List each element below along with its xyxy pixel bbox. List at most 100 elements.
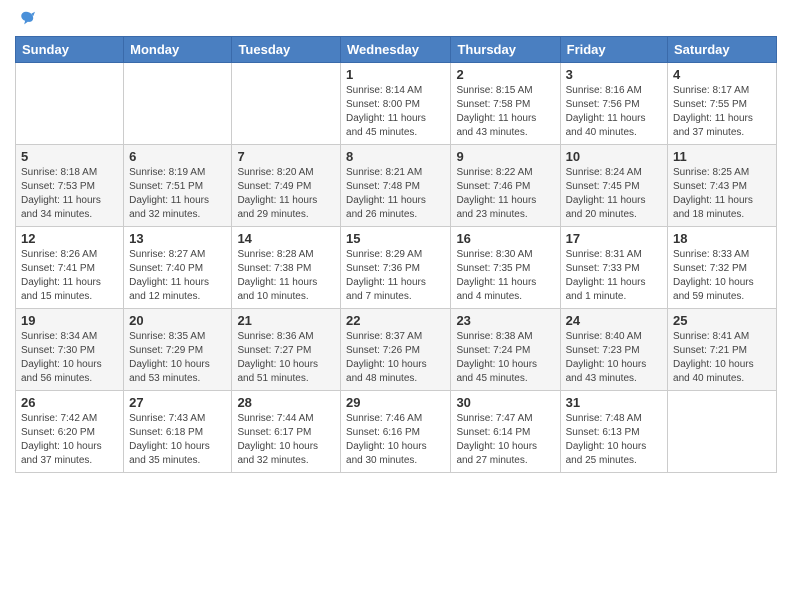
calendar-week-row: 1Sunrise: 8:14 AM Sunset: 8:00 PM Daylig… bbox=[16, 63, 777, 145]
calendar-cell: 4 Sunrise: 8:17 AM Sunset: 7:55 PM Daylig… bbox=[668, 63, 777, 145]
calendar-cell: 13 Sunrise: 8:27 AM Sunset: 7:40 PM Dayli… bbox=[124, 227, 232, 309]
calendar-cell: 22 Sunrise: 8:37 AM Sunset: 7:26 PM Dayli… bbox=[341, 309, 451, 391]
day-number: 21 bbox=[237, 313, 335, 328]
day-number: 3 bbox=[566, 67, 662, 82]
day-number: 15 bbox=[346, 231, 445, 246]
day-number: 27 bbox=[129, 395, 226, 410]
day-number: 10 bbox=[566, 149, 662, 164]
weekday-header-friday: Friday bbox=[560, 37, 667, 63]
calendar-cell: 11 Sunrise: 8:25 AM Sunset: 7:43 PM Dayli… bbox=[668, 145, 777, 227]
calendar-cell: 27 Sunrise: 7:43 AM Sunset: 6:18 PM Dayli… bbox=[124, 391, 232, 473]
calendar-cell: 23 Sunrise: 8:38 AM Sunset: 7:24 PM Dayli… bbox=[451, 309, 560, 391]
day-info: Sunrise: 8:30 AM Sunset: 7:35 PM Dayligh… bbox=[456, 248, 554, 304]
day-info: Sunrise: 7:42 AM Sunset: 6:20 PM Dayligh… bbox=[21, 412, 118, 468]
day-info: Sunrise: 7:47 AM Sunset: 6:14 PM Dayligh… bbox=[456, 412, 554, 468]
calendar-cell: 12 Sunrise: 8:26 AM Sunset: 7:41 PM Dayli… bbox=[16, 227, 124, 309]
calendar-week-row: 5 Sunrise: 8:18 AM Sunset: 7:53 PM Daylig… bbox=[16, 145, 777, 227]
calendar-cell: 8 Sunrise: 8:21 AM Sunset: 7:48 PM Daylig… bbox=[341, 145, 451, 227]
day-info: Sunrise: 7:44 AM Sunset: 6:17 PM Dayligh… bbox=[237, 412, 335, 468]
logo-bird-icon bbox=[17, 10, 35, 28]
day-number: 8 bbox=[346, 149, 445, 164]
weekday-header-sunday: Sunday bbox=[16, 37, 124, 63]
day-number: 6 bbox=[129, 149, 226, 164]
page: SundayMondayTuesdayWednesdayThursdayFrid… bbox=[0, 0, 792, 612]
calendar-cell: 1Sunrise: 8:14 AM Sunset: 8:00 PM Daylig… bbox=[341, 63, 451, 145]
day-number: 26 bbox=[21, 395, 118, 410]
day-number: 16 bbox=[456, 231, 554, 246]
day-info: Sunrise: 8:37 AM Sunset: 7:26 PM Dayligh… bbox=[346, 330, 445, 386]
day-info: Sunrise: 8:38 AM Sunset: 7:24 PM Dayligh… bbox=[456, 330, 554, 386]
calendar-cell: 31 Sunrise: 7:48 AM Sunset: 6:13 PM Dayli… bbox=[560, 391, 667, 473]
day-info: Sunrise: 8:19 AM Sunset: 7:51 PM Dayligh… bbox=[129, 166, 226, 222]
calendar-week-row: 12 Sunrise: 8:26 AM Sunset: 7:41 PM Dayli… bbox=[16, 227, 777, 309]
calendar-cell: 14 Sunrise: 8:28 AM Sunset: 7:38 PM Dayli… bbox=[232, 227, 341, 309]
day-info: Sunrise: 8:17 AM Sunset: 7:55 PM Dayligh… bbox=[673, 84, 771, 140]
day-info: Sunrise: 8:15 AM Sunset: 7:58 PM Dayligh… bbox=[456, 84, 554, 140]
day-info: Sunrise: 8:24 AM Sunset: 7:45 PM Dayligh… bbox=[566, 166, 662, 222]
day-info: Sunrise: 8:25 AM Sunset: 7:43 PM Dayligh… bbox=[673, 166, 771, 222]
calendar-cell: 6 Sunrise: 8:19 AM Sunset: 7:51 PM Daylig… bbox=[124, 145, 232, 227]
day-number: 24 bbox=[566, 313, 662, 328]
calendar-cell: 10 Sunrise: 8:24 AM Sunset: 7:45 PM Dayli… bbox=[560, 145, 667, 227]
day-info: Sunrise: 8:22 AM Sunset: 7:46 PM Dayligh… bbox=[456, 166, 554, 222]
calendar-cell: 24 Sunrise: 8:40 AM Sunset: 7:23 PM Dayli… bbox=[560, 309, 667, 391]
day-number: 4 bbox=[673, 67, 771, 82]
calendar-cell: 28 Sunrise: 7:44 AM Sunset: 6:17 PM Dayli… bbox=[232, 391, 341, 473]
day-info: Sunrise: 8:35 AM Sunset: 7:29 PM Dayligh… bbox=[129, 330, 226, 386]
weekday-header-wednesday: Wednesday bbox=[341, 37, 451, 63]
day-info: Sunrise: 8:21 AM Sunset: 7:48 PM Dayligh… bbox=[346, 166, 445, 222]
day-info: Sunrise: 8:40 AM Sunset: 7:23 PM Dayligh… bbox=[566, 330, 662, 386]
day-number: 18 bbox=[673, 231, 771, 246]
header bbox=[15, 10, 777, 28]
day-info: Sunrise: 7:48 AM Sunset: 6:13 PM Dayligh… bbox=[566, 412, 662, 468]
day-number: 9 bbox=[456, 149, 554, 164]
calendar-cell: 25 Sunrise: 8:41 AM Sunset: 7:21 PM Dayli… bbox=[668, 309, 777, 391]
day-info: Sunrise: 8:29 AM Sunset: 7:36 PM Dayligh… bbox=[346, 248, 445, 304]
calendar-cell: 2Sunrise: 8:15 AM Sunset: 7:58 PM Daylig… bbox=[451, 63, 560, 145]
day-info: Sunrise: 8:16 AM Sunset: 7:56 PM Dayligh… bbox=[566, 84, 662, 140]
day-number: 13 bbox=[129, 231, 226, 246]
calendar-cell bbox=[668, 391, 777, 473]
day-number: 31 bbox=[566, 395, 662, 410]
weekday-header-tuesday: Tuesday bbox=[232, 37, 341, 63]
day-info: Sunrise: 8:18 AM Sunset: 7:53 PM Dayligh… bbox=[21, 166, 118, 222]
day-info: Sunrise: 8:26 AM Sunset: 7:41 PM Dayligh… bbox=[21, 248, 118, 304]
calendar-week-row: 19Sunrise: 8:34 AM Sunset: 7:30 PM Dayli… bbox=[16, 309, 777, 391]
day-number: 5 bbox=[21, 149, 118, 164]
day-info: Sunrise: 8:41 AM Sunset: 7:21 PM Dayligh… bbox=[673, 330, 771, 386]
day-info: Sunrise: 8:14 AM Sunset: 8:00 PM Dayligh… bbox=[346, 84, 445, 140]
calendar-cell bbox=[124, 63, 232, 145]
day-number: 12 bbox=[21, 231, 118, 246]
day-info: Sunrise: 8:34 AM Sunset: 7:30 PM Dayligh… bbox=[21, 330, 118, 386]
day-info: Sunrise: 7:46 AM Sunset: 6:16 PM Dayligh… bbox=[346, 412, 445, 468]
day-number: 14 bbox=[237, 231, 335, 246]
calendar-week-row: 26 Sunrise: 7:42 AM Sunset: 6:20 PM Dayli… bbox=[16, 391, 777, 473]
calendar-cell: 16 Sunrise: 8:30 AM Sunset: 7:35 PM Dayli… bbox=[451, 227, 560, 309]
calendar-cell: 18 Sunrise: 8:33 AM Sunset: 7:32 PM Dayli… bbox=[668, 227, 777, 309]
day-info: Sunrise: 8:20 AM Sunset: 7:49 PM Dayligh… bbox=[237, 166, 335, 222]
day-number: 23 bbox=[456, 313, 554, 328]
day-number: 28 bbox=[237, 395, 335, 410]
day-number: 20 bbox=[129, 313, 226, 328]
calendar-cell: 30 Sunrise: 7:47 AM Sunset: 6:14 PM Dayli… bbox=[451, 391, 560, 473]
day-number: 22 bbox=[346, 313, 445, 328]
calendar-cell: 5 Sunrise: 8:18 AM Sunset: 7:53 PM Daylig… bbox=[16, 145, 124, 227]
calendar-cell: 29 Sunrise: 7:46 AM Sunset: 6:16 PM Dayli… bbox=[341, 391, 451, 473]
calendar-table: SundayMondayTuesdayWednesdayThursdayFrid… bbox=[15, 36, 777, 473]
weekday-header-thursday: Thursday bbox=[451, 37, 560, 63]
calendar-cell: 21 Sunrise: 8:36 AM Sunset: 7:27 PM Dayli… bbox=[232, 309, 341, 391]
day-info: Sunrise: 8:28 AM Sunset: 7:38 PM Dayligh… bbox=[237, 248, 335, 304]
day-number: 25 bbox=[673, 313, 771, 328]
calendar-header-row: SundayMondayTuesdayWednesdayThursdayFrid… bbox=[16, 37, 777, 63]
calendar-cell: 15 Sunrise: 8:29 AM Sunset: 7:36 PM Dayli… bbox=[341, 227, 451, 309]
day-info: Sunrise: 8:36 AM Sunset: 7:27 PM Dayligh… bbox=[237, 330, 335, 386]
day-info: Sunrise: 8:27 AM Sunset: 7:40 PM Dayligh… bbox=[129, 248, 226, 304]
day-info: Sunrise: 8:33 AM Sunset: 7:32 PM Dayligh… bbox=[673, 248, 771, 304]
day-info: Sunrise: 7:43 AM Sunset: 6:18 PM Dayligh… bbox=[129, 412, 226, 468]
day-number: 29 bbox=[346, 395, 445, 410]
logo bbox=[15, 10, 35, 28]
day-number: 30 bbox=[456, 395, 554, 410]
weekday-header-monday: Monday bbox=[124, 37, 232, 63]
calendar-cell: 20 Sunrise: 8:35 AM Sunset: 7:29 PM Dayli… bbox=[124, 309, 232, 391]
day-number: 11 bbox=[673, 149, 771, 164]
